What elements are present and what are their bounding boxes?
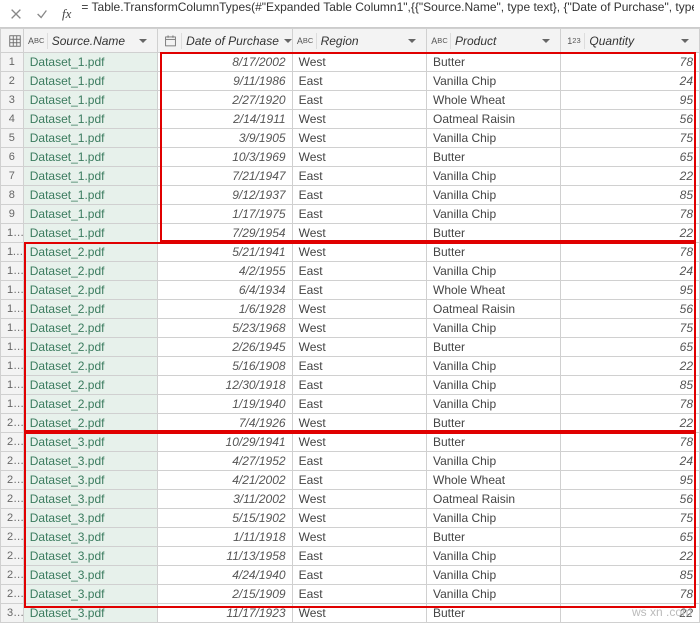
text-type-icon: ABC — [299, 33, 317, 49]
row-number[interactable]: 3 — [1, 91, 24, 110]
cell-source[interactable]: Dataset_1.pdf — [23, 72, 157, 91]
column-label: Source.Name — [52, 34, 131, 48]
cell-source[interactable]: Dataset_1.pdf — [23, 53, 157, 72]
row-number[interactable]: 23 — [1, 471, 24, 490]
row-number[interactable]: 30 — [1, 604, 24, 623]
row-number[interactable]: 7 — [1, 167, 24, 186]
row-number[interactable]: 29 — [1, 585, 24, 604]
filter-dropdown-icon[interactable] — [135, 33, 151, 49]
text-type-icon: ABC — [433, 33, 451, 49]
row-number[interactable]: 6 — [1, 148, 24, 167]
row-number[interactable]: 15 — [1, 319, 24, 338]
formula-bar: fx = Table.TransformColumnTypes(#"Expand… — [0, 0, 700, 28]
highlight-box — [160, 52, 696, 242]
column-header-region[interactable]: ABC Region — [292, 29, 426, 53]
column-label: Product — [455, 34, 534, 48]
row-number[interactable]: 24 — [1, 490, 24, 509]
row-number[interactable]: 14 — [1, 300, 24, 319]
row-number[interactable]: 26 — [1, 528, 24, 547]
highlight-box — [24, 242, 696, 432]
fx-label[interactable]: fx — [58, 6, 75, 22]
cell-source[interactable]: Dataset_1.pdf — [23, 148, 157, 167]
row-number[interactable]: 5 — [1, 129, 24, 148]
column-label: Date of Purchase — [186, 34, 279, 48]
row-number[interactable]: 20 — [1, 414, 24, 433]
row-number[interactable]: 18 — [1, 376, 24, 395]
cell-source[interactable]: Dataset_1.pdf — [23, 91, 157, 110]
cell-source[interactable]: Dataset_1.pdf — [23, 110, 157, 129]
cell-source[interactable]: Dataset_1.pdf — [23, 186, 157, 205]
highlight-box — [24, 432, 696, 608]
row-number[interactable]: 13 — [1, 281, 24, 300]
row-number[interactable]: 9 — [1, 205, 24, 224]
row-number[interactable]: 22 — [1, 452, 24, 471]
table-icon — [7, 33, 23, 49]
column-header-source[interactable]: ABC Source.Name — [23, 29, 157, 53]
row-number[interactable]: 11 — [1, 243, 24, 262]
filter-dropdown-icon[interactable] — [283, 33, 292, 49]
row-number[interactable]: 10 — [1, 224, 24, 243]
filter-dropdown-icon[interactable] — [538, 33, 554, 49]
watermark: ws xn .com — [632, 605, 692, 619]
number-type-icon: 123 — [567, 33, 585, 49]
row-number[interactable]: 25 — [1, 509, 24, 528]
confirm-icon[interactable] — [32, 4, 52, 24]
cell-source[interactable]: Dataset_1.pdf — [23, 205, 157, 224]
row-number[interactable]: 17 — [1, 357, 24, 376]
cell-source[interactable]: Dataset_1.pdf — [23, 129, 157, 148]
cancel-icon[interactable] — [6, 4, 26, 24]
filter-dropdown-icon[interactable] — [677, 33, 693, 49]
column-header-product[interactable]: ABC Product — [427, 29, 561, 53]
row-number[interactable]: 4 — [1, 110, 24, 129]
column-label: Region — [321, 34, 400, 48]
row-number[interactable]: 19 — [1, 395, 24, 414]
row-number[interactable]: 1 — [1, 53, 24, 72]
row-number[interactable]: 16 — [1, 338, 24, 357]
table-corner[interactable] — [1, 29, 24, 53]
cell-source[interactable]: Dataset_1.pdf — [23, 224, 157, 243]
row-number[interactable]: 21 — [1, 433, 24, 452]
column-header-date[interactable]: Date of Purchase — [158, 29, 292, 53]
row-number[interactable]: 12 — [1, 262, 24, 281]
cell-source[interactable]: Dataset_1.pdf — [23, 167, 157, 186]
date-type-icon — [164, 33, 182, 49]
row-number[interactable]: 8 — [1, 186, 24, 205]
formula-input[interactable]: = Table.TransformColumnTypes(#"Expanded … — [81, 0, 694, 27]
row-number[interactable]: 2 — [1, 72, 24, 91]
column-header-quantity[interactable]: 123 Quantity — [561, 29, 700, 53]
column-label: Quantity — [589, 34, 673, 48]
filter-dropdown-icon[interactable] — [404, 33, 420, 49]
text-type-icon: ABC — [30, 33, 48, 49]
row-number[interactable]: 27 — [1, 547, 24, 566]
row-number[interactable]: 28 — [1, 566, 24, 585]
